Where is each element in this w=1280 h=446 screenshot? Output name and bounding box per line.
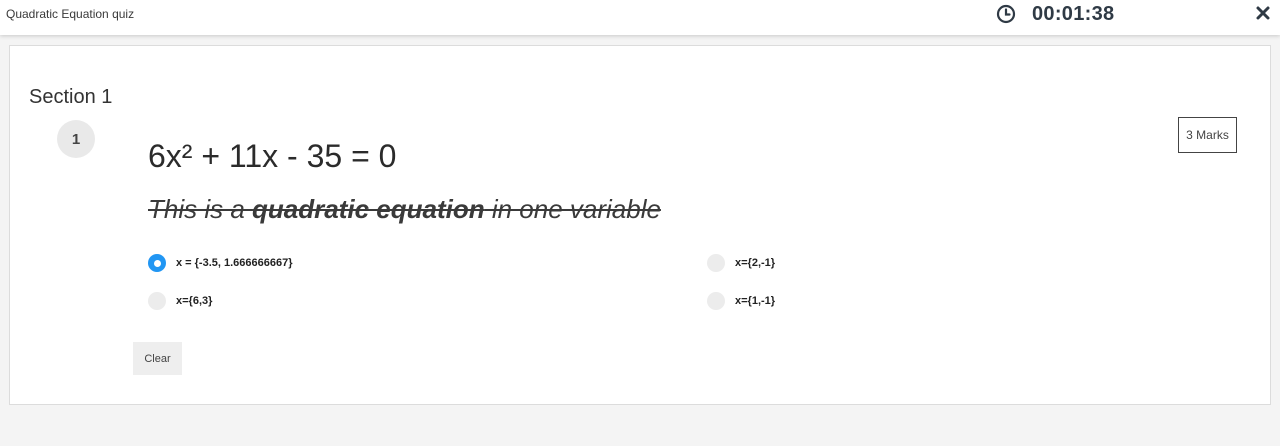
question-number-badge: 1 [57,120,95,158]
section-title: Section 1 [29,86,113,108]
answer-option-1[interactable]: x = {-3.5, 1.666666667} [148,253,293,273]
close-icon[interactable] [1254,4,1272,22]
timer: 00:01:38 [996,2,1114,26]
question-card: Section 1 1 3 Marks 6x² + 11x - 35 = 0 T… [9,45,1271,405]
radio-button[interactable] [707,254,725,272]
timer-text: 00:01:38 [1032,2,1115,25]
clear-button[interactable]: Clear [133,342,182,375]
radio-button-selected[interactable] [148,254,166,272]
close-button[interactable] [1254,4,1272,22]
answer-option-label: x={1,-1} [735,295,776,307]
answer-option-label: x={2,-1} [735,257,776,269]
statement-prefix: This is a [148,194,253,224]
answer-option-4[interactable]: x={1,-1} [707,291,775,311]
app-title: Quadratic Equation quiz [6,7,135,21]
clock-icon [996,4,1032,24]
top-bar: Quadratic Equation quiz 00:01:38 [0,0,1280,35]
answer-option-label: x = {-3.5, 1.666666667} [176,257,293,269]
answer-option-label: x={6,3} [176,295,213,307]
radio-button[interactable] [148,292,166,310]
answer-option-3[interactable]: x={6,3} [148,291,212,311]
statement-suffix: in one variable [484,194,661,224]
question-statement: This is a quadratic equation in one vari… [148,194,661,225]
marks-badge: 3 Marks [1178,117,1237,153]
radio-button[interactable] [707,292,725,310]
question-equation: 6x² + 11x - 35 = 0 [148,138,397,174]
answer-option-2[interactable]: x={2,-1} [707,253,775,273]
statement-bold: quadratic equation [252,194,485,224]
